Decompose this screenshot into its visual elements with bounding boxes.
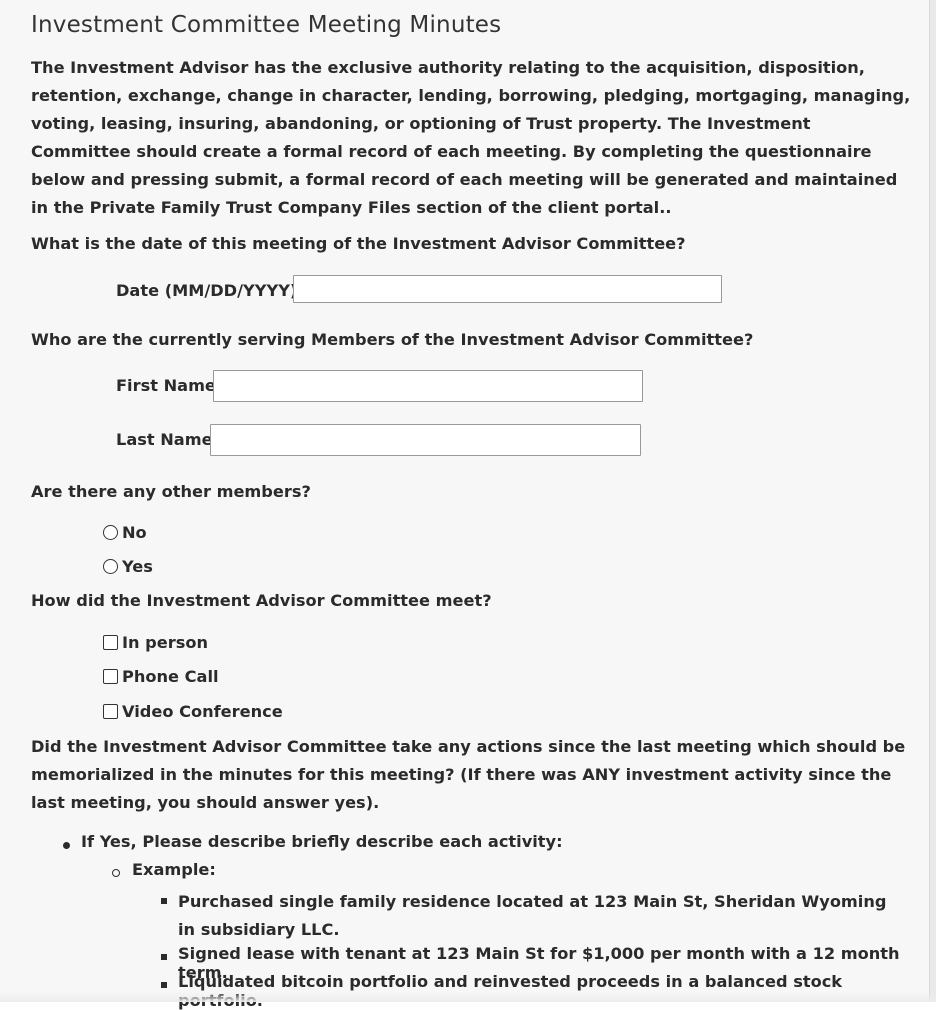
members-question: Who are the currently serving Members of… (31, 330, 754, 349)
radio-yes-label: Yes (122, 557, 153, 576)
example-item-3: Liquidated bitcoin portfolio and reinves… (161, 972, 921, 1010)
example-text-1: Purchased single family residence locate… (178, 892, 887, 939)
last-name-label: Last Name (116, 430, 213, 449)
checkbox-video-conference[interactable] (103, 704, 118, 719)
date-input[interactable] (293, 275, 722, 303)
scrollbar-track[interactable] (929, 0, 936, 1002)
example-label: Example: (132, 860, 216, 879)
if-yes-text: If Yes, Please describe briefly describe… (81, 832, 563, 851)
other-members-question: Are there any other members? (31, 482, 311, 501)
date-question: What is the date of this meeting of the … (31, 234, 686, 253)
checkbox-in-person[interactable] (103, 635, 118, 650)
intro-text: The Investment Advisor has the exclusive… (31, 58, 911, 217)
phone-call-label: Phone Call (122, 667, 219, 686)
page-title: Investment Committee Meeting Minutes (31, 12, 502, 38)
actions-question: Did the Investment Advisor Committee tak… (31, 737, 906, 812)
first-name-input[interactable] (213, 370, 643, 402)
meet-phone-call-option[interactable]: Phone Call (103, 667, 219, 686)
circle-bullet (112, 869, 120, 877)
meet-video-conference-option[interactable]: Video Conference (103, 702, 283, 721)
radio-no-label: No (122, 523, 147, 542)
form-page: Investment Committee Meeting Minutes The… (0, 0, 930, 1010)
in-person-label: In person (122, 633, 209, 652)
example-text-3: Liquidated bitcoin portfolio and reinves… (178, 972, 843, 1010)
if-yes-item: If Yes, Please describe briefly describe… (63, 832, 563, 851)
disc-bullet (63, 842, 70, 849)
example-item-1: Purchased single family residence locate… (161, 888, 901, 944)
radio-no[interactable] (103, 525, 118, 540)
bottom-edge (0, 992, 936, 1002)
first-name-label: First Name (116, 376, 216, 395)
date-label: Date (MM/DD/YYYY): (116, 281, 304, 300)
example-item: Example: (112, 860, 216, 879)
video-conference-label: Video Conference (122, 702, 283, 721)
meet-question: How did the Investment Advisor Committee… (31, 591, 492, 610)
square-bullet (161, 954, 167, 960)
square-bullet (161, 982, 167, 988)
radio-yes[interactable] (103, 559, 118, 574)
other-members-yes-option[interactable]: Yes (103, 557, 153, 576)
meet-in-person-option[interactable]: In person (103, 633, 208, 652)
checkbox-phone-call[interactable] (103, 669, 118, 684)
square-bullet (161, 898, 167, 904)
other-members-no-option[interactable]: No (103, 523, 147, 542)
last-name-input[interactable] (210, 424, 641, 456)
